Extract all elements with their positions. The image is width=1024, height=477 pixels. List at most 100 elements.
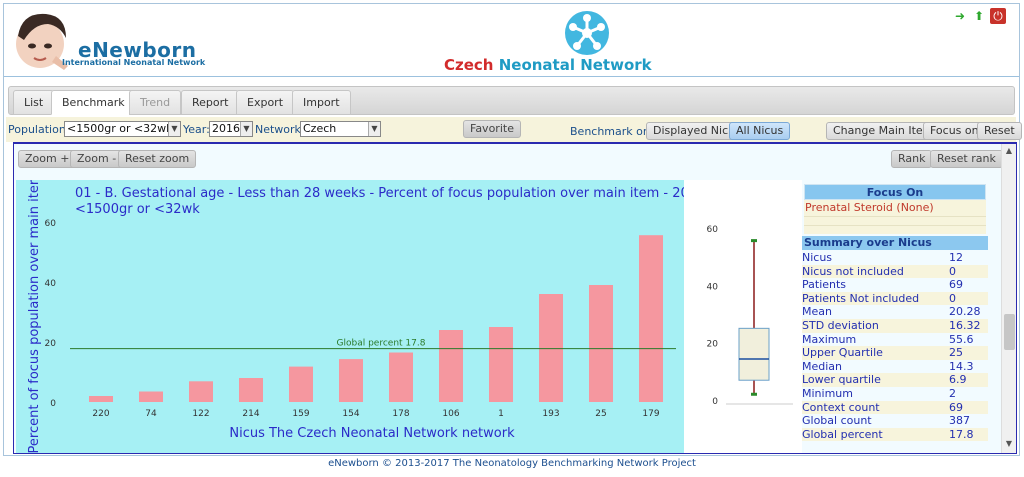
network-value: Czech bbox=[303, 122, 337, 135]
bar bbox=[489, 327, 513, 402]
summary-row: Minimum 2 bbox=[802, 387, 988, 401]
chart-title: 01 - B. Gestational age - Less than 28 w… bbox=[75, 186, 684, 201]
y-tick-label: 60 bbox=[45, 219, 57, 229]
tab-list[interactable]: List bbox=[13, 90, 55, 115]
summary-value: 25 bbox=[949, 346, 963, 360]
tab-export[interactable]: Export bbox=[236, 90, 295, 115]
bar bbox=[389, 352, 413, 402]
chart-title-line2: <1500gr or <32wk bbox=[75, 202, 200, 217]
x-tick-label: 220 bbox=[92, 409, 109, 419]
summary-key: Global percent bbox=[802, 427, 883, 441]
benchmark-on-label: Benchmark on bbox=[570, 125, 650, 138]
year-select[interactable]: 2016 ▼ bbox=[209, 121, 253, 137]
summary-header: Summary over Nicus bbox=[802, 236, 988, 250]
summary-value: 2 bbox=[949, 387, 956, 400]
summary-key: Lower quartile bbox=[802, 373, 881, 387]
summary-key: Median bbox=[802, 359, 843, 373]
bar bbox=[239, 378, 263, 402]
scrollbar-thumb[interactable] bbox=[1004, 314, 1015, 350]
zoom-in-button[interactable]: Zoom + bbox=[18, 150, 77, 168]
focus-empty-row bbox=[804, 216, 986, 225]
scroll-up-icon[interactable]: ▲ bbox=[1002, 146, 1016, 158]
summary-row: Lower quartile 6.9 bbox=[802, 373, 988, 387]
summary-key: Patients Not included bbox=[802, 291, 920, 305]
network-logo-icon bbox=[565, 11, 609, 55]
bar bbox=[539, 294, 563, 402]
summary-key: Maximum bbox=[802, 332, 857, 346]
summary-row: Global count 387 bbox=[802, 414, 988, 428]
bar bbox=[289, 366, 313, 402]
y-tick-label: 20 bbox=[45, 339, 57, 349]
summary-row: Global percent 17.8 bbox=[802, 427, 988, 442]
network-label: Network: bbox=[255, 123, 305, 136]
power-icon[interactable]: ⏻ bbox=[990, 8, 1006, 24]
scroll-down-icon[interactable]: ▼ bbox=[1002, 439, 1016, 451]
network-title-country: Czech bbox=[444, 56, 494, 74]
reset-rank-button[interactable]: Reset rank bbox=[930, 150, 1003, 168]
login-icon[interactable]: ➜ bbox=[952, 8, 968, 24]
summary-value: 55.6 bbox=[949, 332, 974, 346]
focus-on-header: Focus On bbox=[804, 184, 986, 200]
all-nicus-button[interactable]: All Nicus bbox=[729, 122, 791, 140]
bar bbox=[89, 396, 113, 402]
scrollbar[interactable]: ▲ ▼ bbox=[1001, 144, 1016, 453]
top-icons: ➜ ⬆ ⏻ bbox=[952, 8, 1006, 24]
tab-trend: Trend bbox=[129, 90, 182, 115]
tab-benchmark[interactable]: Benchmark bbox=[51, 90, 136, 115]
summary-row: Mean 20.28 bbox=[802, 305, 988, 319]
focus-empty-row bbox=[804, 225, 986, 234]
tab-import[interactable]: Import bbox=[292, 90, 351, 115]
summary-row: Nicus 12 bbox=[802, 251, 988, 265]
displayed-nicu-button[interactable]: Displayed Nicu bbox=[646, 122, 743, 140]
zoom-out-button[interactable]: Zoom - bbox=[70, 150, 124, 168]
x-tick-label: 122 bbox=[192, 409, 209, 419]
summary-value: 69 bbox=[949, 400, 963, 414]
x-tick-label: 154 bbox=[342, 409, 359, 419]
x-tick-label: 1 bbox=[498, 409, 504, 419]
bar bbox=[589, 285, 613, 402]
benchmark-panel: Zoom + Zoom - Reset zoom Rank Reset rank… bbox=[13, 142, 1017, 454]
x-tick-label: 214 bbox=[242, 409, 259, 419]
network-select[interactable]: Czech ▼ bbox=[300, 121, 381, 137]
summary-row: Patients Not included 0 bbox=[802, 291, 988, 306]
x-tick-label: 179 bbox=[642, 409, 659, 419]
bar bbox=[639, 235, 663, 402]
summary-value: 69 bbox=[949, 278, 963, 292]
population-select[interactable]: <1500gr or <32wk ▼ bbox=[64, 121, 181, 137]
x-tick-label: 178 bbox=[392, 409, 409, 419]
global-percent-label: Global percent 17.8 bbox=[337, 339, 426, 349]
summary-row: Median 14.3 bbox=[802, 360, 988, 374]
favorite-button[interactable]: Favorite bbox=[463, 120, 521, 138]
bar bbox=[439, 330, 463, 402]
year-value: 2016 bbox=[212, 122, 240, 135]
brand-subtitle: International Neonatal Network bbox=[62, 58, 206, 67]
population-label: Population: bbox=[8, 123, 70, 136]
summary-value: 16.32 bbox=[949, 319, 981, 332]
summary-value: 14.3 bbox=[949, 359, 974, 373]
box-iqr bbox=[738, 327, 770, 381]
summary-value: 0 bbox=[949, 264, 956, 278]
network-title: Czech Neonatal Network bbox=[444, 56, 652, 74]
summary-row: Maximum 55.6 bbox=[802, 333, 988, 347]
reset-button[interactable]: Reset bbox=[977, 122, 1022, 140]
y-axis-label: Percent of focus population over main it… bbox=[27, 180, 42, 453]
boxplot-svg: 0 20 40 60 bbox=[707, 225, 793, 407]
x-tick-label: 74 bbox=[145, 409, 157, 419]
bar bbox=[139, 391, 163, 402]
tab-report[interactable]: Report bbox=[181, 90, 240, 115]
bar bbox=[189, 381, 213, 402]
upload-icon[interactable]: ⬆ bbox=[971, 8, 987, 24]
chevron-down-icon: ▼ bbox=[240, 122, 252, 136]
reset-zoom-button[interactable]: Reset zoom bbox=[118, 150, 197, 168]
summary-value: 387 bbox=[949, 414, 970, 428]
year-label: Year: bbox=[183, 123, 210, 136]
summary-key: STD deviation bbox=[802, 319, 879, 332]
footer-text: eNewborn © 2013-2017 The Neonatology Ben… bbox=[328, 458, 696, 469]
rank-button[interactable]: Rank bbox=[891, 150, 933, 168]
summary-key: Nicus not included bbox=[802, 264, 904, 278]
y-tick-label: 40 bbox=[45, 279, 57, 289]
summary-row: Context count 69 bbox=[802, 400, 988, 415]
x-axis-label: Nicus The Czech Neonatal Network network bbox=[229, 426, 515, 441]
box-y-tick-label: 60 bbox=[707, 225, 719, 235]
summary-key: Mean bbox=[802, 305, 832, 319]
